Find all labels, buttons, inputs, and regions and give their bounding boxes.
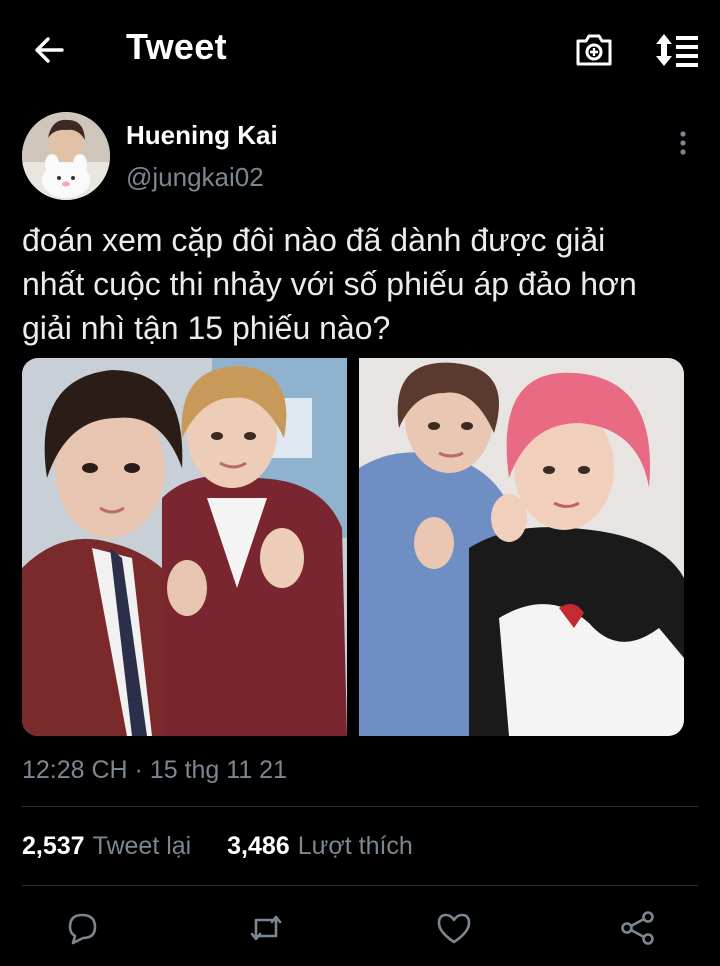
tweet-photo-1[interactable] [22,358,347,736]
tweet-text: đoán xem cặp đôi nào đã dành được giải n… [22,218,702,350]
arrow-left-icon [35,37,64,63]
back-button[interactable] [28,28,72,72]
tweet-stats: 2,537 Tweet lại 3,486 Lượt thích [22,832,413,861]
retweet-button[interactable] [246,908,286,948]
camera-plus-icon [576,34,612,66]
likes-stat[interactable]: 3,486 Lượt thích [227,832,413,860]
divider [22,806,698,807]
tweet-text-line: nhất cuộc thi nhảy với số phiếu áp đảo h… [22,266,637,302]
likes-label: Lượt thích [297,832,413,860]
top-bar: Tweet [0,0,720,96]
retweets-count: 2,537 [22,832,85,860]
sort-lines-icon [656,34,698,67]
tweet-timestamp: 12:28 CH · 15 thg 11 21 [22,756,287,784]
avatar[interactable] [22,112,110,200]
tweet-photo-2[interactable] [359,358,684,736]
reply-icon [68,913,97,945]
camera-button[interactable] [572,28,616,72]
retweet-icon [250,915,282,941]
more-vertical-icon [680,131,686,155]
author-name[interactable]: Huening Kai [126,120,278,151]
retweets-stat[interactable]: 2,537 Tweet lại [22,832,198,860]
tweet-media [22,358,684,736]
like-button[interactable] [434,908,474,948]
share-button[interactable] [618,908,658,948]
retweets-label: Tweet lại [92,832,192,860]
reply-button[interactable] [62,908,102,948]
sort-button[interactable] [650,28,702,72]
tweet-text-line: giải nhì tận 15 phiếu nào? [22,310,391,346]
divider [22,885,698,886]
likes-count: 3,486 [227,832,290,860]
more-options-button[interactable] [668,128,698,158]
share-icon [621,911,654,945]
tweet-text-line: đoán xem cặp đôi nào đã dành được giải [22,222,606,258]
page-title: Tweet [126,26,227,67]
author-handle[interactable]: @jungkai02 [126,162,264,193]
like-icon [437,913,471,944]
